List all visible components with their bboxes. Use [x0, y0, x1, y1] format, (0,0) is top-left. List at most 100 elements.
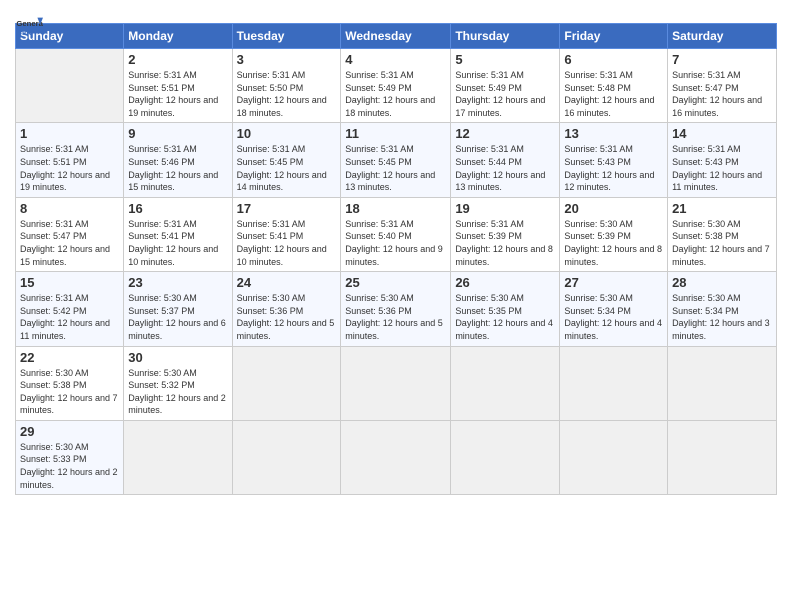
day-info: Sunrise: 5:30 AM Sunset: 5:38 PM Dayligh… — [672, 218, 772, 268]
calendar-cell: 26 Sunrise: 5:30 AM Sunset: 5:35 PM Dayl… — [451, 272, 560, 346]
day-number: 7 — [672, 52, 772, 67]
day-info: Sunrise: 5:31 AM Sunset: 5:44 PM Dayligh… — [455, 143, 555, 193]
calendar-week: 22 Sunrise: 5:30 AM Sunset: 5:38 PM Dayl… — [16, 346, 777, 420]
day-info: Sunrise: 5:30 AM Sunset: 5:36 PM Dayligh… — [237, 292, 337, 342]
day-number: 13 — [564, 126, 663, 141]
calendar-cell: 24 Sunrise: 5:30 AM Sunset: 5:36 PM Dayl… — [232, 272, 341, 346]
calendar-cell: 28 Sunrise: 5:30 AM Sunset: 5:34 PM Dayl… — [668, 272, 777, 346]
calendar-week: 2 Sunrise: 5:31 AM Sunset: 5:51 PM Dayli… — [16, 49, 777, 123]
svg-text:Blue: Blue — [16, 28, 33, 37]
calendar-cell: 4 Sunrise: 5:31 AM Sunset: 5:49 PM Dayli… — [341, 49, 451, 123]
day-number: 22 — [20, 350, 119, 365]
day-number: 27 — [564, 275, 663, 290]
day-info: Sunrise: 5:31 AM Sunset: 5:40 PM Dayligh… — [345, 218, 446, 268]
day-info: Sunrise: 5:30 AM Sunset: 5:36 PM Dayligh… — [345, 292, 446, 342]
calendar-cell: 18 Sunrise: 5:31 AM Sunset: 5:40 PM Dayl… — [341, 197, 451, 271]
day-info: Sunrise: 5:31 AM Sunset: 5:47 PM Dayligh… — [672, 69, 772, 119]
day-info: Sunrise: 5:31 AM Sunset: 5:49 PM Dayligh… — [345, 69, 446, 119]
weekday-header: Tuesday — [232, 24, 341, 49]
day-number: 9 — [128, 126, 227, 141]
calendar-cell: 27 Sunrise: 5:30 AM Sunset: 5:34 PM Dayl… — [560, 272, 668, 346]
day-info: Sunrise: 5:30 AM Sunset: 5:38 PM Dayligh… — [20, 367, 119, 417]
day-info: Sunrise: 5:31 AM Sunset: 5:49 PM Dayligh… — [455, 69, 555, 119]
calendar-cell: 30 Sunrise: 5:30 AM Sunset: 5:32 PM Dayl… — [124, 346, 232, 420]
day-number: 17 — [237, 201, 337, 216]
day-number: 1 — [20, 126, 119, 141]
calendar-week: 29 Sunrise: 5:30 AM Sunset: 5:33 PM Dayl… — [16, 420, 777, 494]
day-info: Sunrise: 5:31 AM Sunset: 5:47 PM Dayligh… — [20, 218, 119, 268]
calendar-cell: 1 Sunrise: 5:31 AM Sunset: 5:51 PM Dayli… — [16, 123, 124, 197]
calendar-week: 15 Sunrise: 5:31 AM Sunset: 5:42 PM Dayl… — [16, 272, 777, 346]
weekday-header: Monday — [124, 24, 232, 49]
calendar-week: 1 Sunrise: 5:31 AM Sunset: 5:51 PM Dayli… — [16, 123, 777, 197]
calendar-cell — [232, 420, 341, 494]
calendar-cell — [341, 420, 451, 494]
page: General Blue SundayMondayTuesdayWednesda… — [0, 0, 792, 612]
calendar-cell: 2 Sunrise: 5:31 AM Sunset: 5:51 PM Dayli… — [124, 49, 232, 123]
day-number: 14 — [672, 126, 772, 141]
calendar-cell: 14 Sunrise: 5:31 AM Sunset: 5:43 PM Dayl… — [668, 123, 777, 197]
calendar-cell — [560, 346, 668, 420]
calendar-cell: 23 Sunrise: 5:30 AM Sunset: 5:37 PM Dayl… — [124, 272, 232, 346]
day-number: 30 — [128, 350, 227, 365]
day-number: 28 — [672, 275, 772, 290]
calendar-cell — [668, 420, 777, 494]
day-info: Sunrise: 5:31 AM Sunset: 5:50 PM Dayligh… — [237, 69, 337, 119]
day-info: Sunrise: 5:31 AM Sunset: 5:51 PM Dayligh… — [128, 69, 227, 119]
day-info: Sunrise: 5:31 AM Sunset: 5:48 PM Dayligh… — [564, 69, 663, 119]
day-info: Sunrise: 5:31 AM Sunset: 5:45 PM Dayligh… — [345, 143, 446, 193]
day-info: Sunrise: 5:31 AM Sunset: 5:42 PM Dayligh… — [20, 292, 119, 342]
logo-icon: General Blue — [15, 12, 43, 40]
weekday-header: Saturday — [668, 24, 777, 49]
day-number: 21 — [672, 201, 772, 216]
calendar-cell: 3 Sunrise: 5:31 AM Sunset: 5:50 PM Dayli… — [232, 49, 341, 123]
calendar-cell: 13 Sunrise: 5:31 AM Sunset: 5:43 PM Dayl… — [560, 123, 668, 197]
calendar-cell: 17 Sunrise: 5:31 AM Sunset: 5:41 PM Dayl… — [232, 197, 341, 271]
calendar-cell: 6 Sunrise: 5:31 AM Sunset: 5:48 PM Dayli… — [560, 49, 668, 123]
day-number: 6 — [564, 52, 663, 67]
weekday-header: Wednesday — [341, 24, 451, 49]
day-number: 23 — [128, 275, 227, 290]
calendar-cell: 16 Sunrise: 5:31 AM Sunset: 5:41 PM Dayl… — [124, 197, 232, 271]
day-info: Sunrise: 5:30 AM Sunset: 5:33 PM Dayligh… — [20, 441, 119, 491]
calendar-cell — [16, 49, 124, 123]
day-info: Sunrise: 5:30 AM Sunset: 5:39 PM Dayligh… — [564, 218, 663, 268]
day-number: 15 — [20, 275, 119, 290]
calendar-cell: 5 Sunrise: 5:31 AM Sunset: 5:49 PM Dayli… — [451, 49, 560, 123]
calendar-cell: 15 Sunrise: 5:31 AM Sunset: 5:42 PM Dayl… — [16, 272, 124, 346]
calendar-cell — [668, 346, 777, 420]
weekday-header: Thursday — [451, 24, 560, 49]
weekday-header: Friday — [560, 24, 668, 49]
day-info: Sunrise: 5:31 AM Sunset: 5:39 PM Dayligh… — [455, 218, 555, 268]
calendar-cell: 8 Sunrise: 5:31 AM Sunset: 5:47 PM Dayli… — [16, 197, 124, 271]
calendar-cell: 19 Sunrise: 5:31 AM Sunset: 5:39 PM Dayl… — [451, 197, 560, 271]
day-number: 24 — [237, 275, 337, 290]
calendar-cell — [232, 346, 341, 420]
calendar-cell: 20 Sunrise: 5:30 AM Sunset: 5:39 PM Dayl… — [560, 197, 668, 271]
day-number: 25 — [345, 275, 446, 290]
day-info: Sunrise: 5:31 AM Sunset: 5:41 PM Dayligh… — [237, 218, 337, 268]
day-info: Sunrise: 5:30 AM Sunset: 5:32 PM Dayligh… — [128, 367, 227, 417]
calendar-cell: 12 Sunrise: 5:31 AM Sunset: 5:44 PM Dayl… — [451, 123, 560, 197]
calendar-cell: 11 Sunrise: 5:31 AM Sunset: 5:45 PM Dayl… — [341, 123, 451, 197]
day-number: 2 — [128, 52, 227, 67]
day-info: Sunrise: 5:30 AM Sunset: 5:37 PM Dayligh… — [128, 292, 227, 342]
calendar-table: SundayMondayTuesdayWednesdayThursdayFrid… — [15, 23, 777, 495]
day-info: Sunrise: 5:31 AM Sunset: 5:43 PM Dayligh… — [564, 143, 663, 193]
calendar-cell: 25 Sunrise: 5:30 AM Sunset: 5:36 PM Dayl… — [341, 272, 451, 346]
day-info: Sunrise: 5:30 AM Sunset: 5:34 PM Dayligh… — [672, 292, 772, 342]
day-info: Sunrise: 5:31 AM Sunset: 5:46 PM Dayligh… — [128, 143, 227, 193]
day-number: 29 — [20, 424, 119, 439]
calendar-cell — [124, 420, 232, 494]
calendar-cell: 7 Sunrise: 5:31 AM Sunset: 5:47 PM Dayli… — [668, 49, 777, 123]
day-number: 8 — [20, 201, 119, 216]
day-number: 19 — [455, 201, 555, 216]
day-info: Sunrise: 5:31 AM Sunset: 5:51 PM Dayligh… — [20, 143, 119, 193]
day-info: Sunrise: 5:30 AM Sunset: 5:34 PM Dayligh… — [564, 292, 663, 342]
calendar-cell: 9 Sunrise: 5:31 AM Sunset: 5:46 PM Dayli… — [124, 123, 232, 197]
header — [15, 10, 777, 15]
day-info: Sunrise: 5:31 AM Sunset: 5:43 PM Dayligh… — [672, 143, 772, 193]
day-number: 16 — [128, 201, 227, 216]
day-number: 20 — [564, 201, 663, 216]
day-number: 18 — [345, 201, 446, 216]
